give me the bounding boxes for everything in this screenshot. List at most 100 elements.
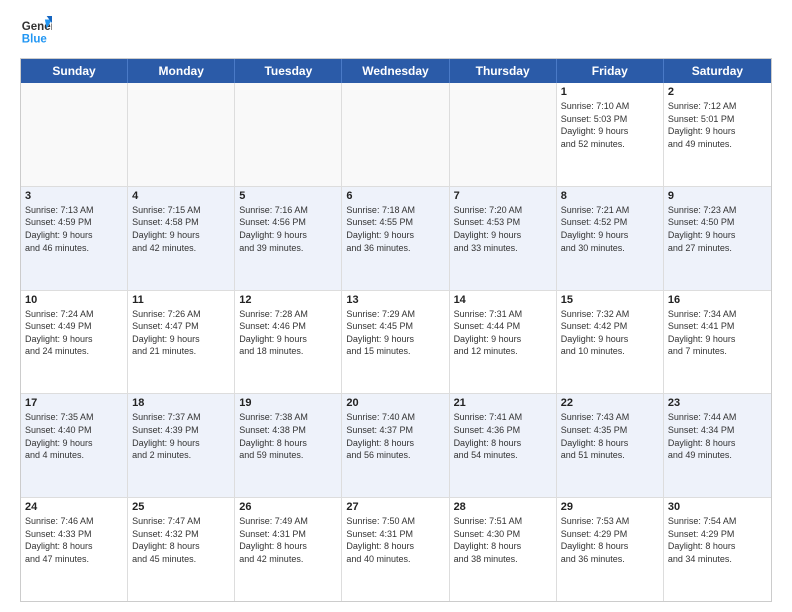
svg-text:Blue: Blue bbox=[22, 34, 48, 46]
day-cell: 12 Sunrise: 7:28 AM Sunset: 4:46 PM Dayli… bbox=[235, 291, 342, 394]
calendar-row: 24 Sunrise: 7:46 AM Sunset: 4:33 PM Dayli… bbox=[21, 498, 771, 601]
day-number: 1 bbox=[561, 86, 659, 98]
day-cell: 22 Sunrise: 7:43 AM Sunset: 4:35 PM Dayli… bbox=[557, 394, 664, 497]
day-number: 28 bbox=[454, 501, 552, 513]
day-number: 16 bbox=[668, 294, 767, 306]
day-info: Sunrise: 7:35 AM Sunset: 4:40 PM Dayligh… bbox=[25, 411, 123, 461]
day-info: Sunrise: 7:23 AM Sunset: 4:50 PM Dayligh… bbox=[668, 204, 767, 254]
weekday-header: Wednesday bbox=[342, 59, 449, 83]
day-number: 18 bbox=[132, 397, 230, 409]
calendar-body: 1 Sunrise: 7:10 AM Sunset: 5:03 PM Daylig… bbox=[21, 83, 771, 601]
day-info: Sunrise: 7:32 AM Sunset: 4:42 PM Dayligh… bbox=[561, 308, 659, 358]
logo: General Blue bbox=[20, 16, 56, 48]
day-cell: 28 Sunrise: 7:51 AM Sunset: 4:30 PM Dayli… bbox=[450, 498, 557, 601]
empty-cell bbox=[342, 83, 449, 186]
day-info: Sunrise: 7:24 AM Sunset: 4:49 PM Dayligh… bbox=[25, 308, 123, 358]
day-cell: 2Sunrise: 7:12 AM Sunset: 5:01 PM Daylig… bbox=[664, 83, 771, 186]
empty-cell bbox=[21, 83, 128, 186]
day-info: Sunrise: 7:51 AM Sunset: 4:30 PM Dayligh… bbox=[454, 515, 552, 565]
day-number: 24 bbox=[25, 501, 123, 513]
day-cell: 18 Sunrise: 7:37 AM Sunset: 4:39 PM Dayli… bbox=[128, 394, 235, 497]
day-info: Sunrise: 7:49 AM Sunset: 4:31 PM Dayligh… bbox=[239, 515, 337, 565]
calendar-row: 10 Sunrise: 7:24 AM Sunset: 4:49 PM Dayli… bbox=[21, 291, 771, 395]
day-number: 23 bbox=[668, 397, 767, 409]
day-info: Sunrise: 7:12 AM Sunset: 5:01 PM Dayligh… bbox=[668, 100, 767, 150]
day-cell: 15 Sunrise: 7:32 AM Sunset: 4:42 PM Dayli… bbox=[557, 291, 664, 394]
empty-cell bbox=[235, 83, 342, 186]
day-info: Sunrise: 7:43 AM Sunset: 4:35 PM Dayligh… bbox=[561, 411, 659, 461]
day-number: 22 bbox=[561, 397, 659, 409]
day-number: 11 bbox=[132, 294, 230, 306]
day-info: Sunrise: 7:44 AM Sunset: 4:34 PM Dayligh… bbox=[668, 411, 767, 461]
calendar-row: 3 Sunrise: 7:13 AM Sunset: 4:59 PM Daylig… bbox=[21, 187, 771, 291]
day-info: Sunrise: 7:40 AM Sunset: 4:37 PM Dayligh… bbox=[346, 411, 444, 461]
day-cell: 4 Sunrise: 7:15 AM Sunset: 4:58 PM Daylig… bbox=[128, 187, 235, 290]
day-number: 7 bbox=[454, 190, 552, 202]
day-number: 26 bbox=[239, 501, 337, 513]
day-number: 29 bbox=[561, 501, 659, 513]
day-info: Sunrise: 7:31 AM Sunset: 4:44 PM Dayligh… bbox=[454, 308, 552, 358]
day-info: Sunrise: 7:16 AM Sunset: 4:56 PM Dayligh… bbox=[239, 204, 337, 254]
day-info: Sunrise: 7:41 AM Sunset: 4:36 PM Dayligh… bbox=[454, 411, 552, 461]
day-cell: 10 Sunrise: 7:24 AM Sunset: 4:49 PM Dayli… bbox=[21, 291, 128, 394]
day-number: 27 bbox=[346, 501, 444, 513]
day-cell: 25Sunrise: 7:47 AM Sunset: 4:32 PM Dayli… bbox=[128, 498, 235, 601]
day-cell: 17 Sunrise: 7:35 AM Sunset: 4:40 PM Dayli… bbox=[21, 394, 128, 497]
day-cell: 20 Sunrise: 7:40 AM Sunset: 4:37 PM Dayli… bbox=[342, 394, 449, 497]
day-cell: 9Sunrise: 7:23 AM Sunset: 4:50 PM Daylig… bbox=[664, 187, 771, 290]
day-number: 21 bbox=[454, 397, 552, 409]
weekday-header: Thursday bbox=[450, 59, 557, 83]
day-number: 30 bbox=[668, 501, 767, 513]
day-info: Sunrise: 7:46 AM Sunset: 4:33 PM Dayligh… bbox=[25, 515, 123, 565]
day-info: Sunrise: 7:15 AM Sunset: 4:58 PM Dayligh… bbox=[132, 204, 230, 254]
weekday-header: Tuesday bbox=[235, 59, 342, 83]
day-info: Sunrise: 7:10 AM Sunset: 5:03 PM Dayligh… bbox=[561, 100, 659, 150]
day-number: 19 bbox=[239, 397, 337, 409]
day-info: Sunrise: 7:21 AM Sunset: 4:52 PM Dayligh… bbox=[561, 204, 659, 254]
day-info: Sunrise: 7:50 AM Sunset: 4:31 PM Dayligh… bbox=[346, 515, 444, 565]
day-cell: 27 Sunrise: 7:50 AM Sunset: 4:31 PM Dayli… bbox=[342, 498, 449, 601]
calendar: SundayMondayTuesdayWednesdayThursdayFrid… bbox=[20, 58, 772, 602]
day-number: 14 bbox=[454, 294, 552, 306]
day-cell: 1 Sunrise: 7:10 AM Sunset: 5:03 PM Daylig… bbox=[557, 83, 664, 186]
day-cell: 6 Sunrise: 7:18 AM Sunset: 4:55 PM Daylig… bbox=[342, 187, 449, 290]
day-cell: 3 Sunrise: 7:13 AM Sunset: 4:59 PM Daylig… bbox=[21, 187, 128, 290]
day-cell: 13 Sunrise: 7:29 AM Sunset: 4:45 PM Dayli… bbox=[342, 291, 449, 394]
weekday-header: Friday bbox=[557, 59, 664, 83]
day-number: 25 bbox=[132, 501, 230, 513]
day-number: 17 bbox=[25, 397, 123, 409]
day-info: Sunrise: 7:28 AM Sunset: 4:46 PM Dayligh… bbox=[239, 308, 337, 358]
day-info: Sunrise: 7:37 AM Sunset: 4:39 PM Dayligh… bbox=[132, 411, 230, 461]
day-info: Sunrise: 7:20 AM Sunset: 4:53 PM Dayligh… bbox=[454, 204, 552, 254]
weekday-header: Monday bbox=[128, 59, 235, 83]
day-number: 12 bbox=[239, 294, 337, 306]
page: General Blue SundayMondayTuesdayWednesda… bbox=[0, 0, 792, 612]
day-number: 4 bbox=[132, 190, 230, 202]
day-number: 5 bbox=[239, 190, 337, 202]
day-number: 3 bbox=[25, 190, 123, 202]
day-number: 15 bbox=[561, 294, 659, 306]
empty-cell bbox=[450, 83, 557, 186]
day-cell: 23 Sunrise: 7:44 AM Sunset: 4:34 PM Dayli… bbox=[664, 394, 771, 497]
logo-icon: General Blue bbox=[20, 16, 52, 48]
day-number: 6 bbox=[346, 190, 444, 202]
header: General Blue bbox=[20, 16, 772, 48]
day-info: Sunrise: 7:38 AM Sunset: 4:38 PM Dayligh… bbox=[239, 411, 337, 461]
day-number: 10 bbox=[25, 294, 123, 306]
day-cell: 8Sunrise: 7:21 AM Sunset: 4:52 PM Daylig… bbox=[557, 187, 664, 290]
day-info: Sunrise: 7:54 AM Sunset: 4:29 PM Dayligh… bbox=[668, 515, 767, 565]
day-cell: 21 Sunrise: 7:41 AM Sunset: 4:36 PM Dayli… bbox=[450, 394, 557, 497]
day-cell: 26 Sunrise: 7:49 AM Sunset: 4:31 PM Dayli… bbox=[235, 498, 342, 601]
day-info: Sunrise: 7:53 AM Sunset: 4:29 PM Dayligh… bbox=[561, 515, 659, 565]
day-number: 20 bbox=[346, 397, 444, 409]
day-info: Sunrise: 7:18 AM Sunset: 4:55 PM Dayligh… bbox=[346, 204, 444, 254]
day-cell: 5 Sunrise: 7:16 AM Sunset: 4:56 PM Daylig… bbox=[235, 187, 342, 290]
day-info: Sunrise: 7:13 AM Sunset: 4:59 PM Dayligh… bbox=[25, 204, 123, 254]
day-cell: 30 Sunrise: 7:54 AM Sunset: 4:29 PM Dayli… bbox=[664, 498, 771, 601]
day-number: 13 bbox=[346, 294, 444, 306]
day-cell: 14 Sunrise: 7:31 AM Sunset: 4:44 PM Dayli… bbox=[450, 291, 557, 394]
weekday-header: Sunday bbox=[21, 59, 128, 83]
day-cell: 29 Sunrise: 7:53 AM Sunset: 4:29 PM Dayli… bbox=[557, 498, 664, 601]
empty-cell bbox=[128, 83, 235, 186]
day-info: Sunrise: 7:29 AM Sunset: 4:45 PM Dayligh… bbox=[346, 308, 444, 358]
